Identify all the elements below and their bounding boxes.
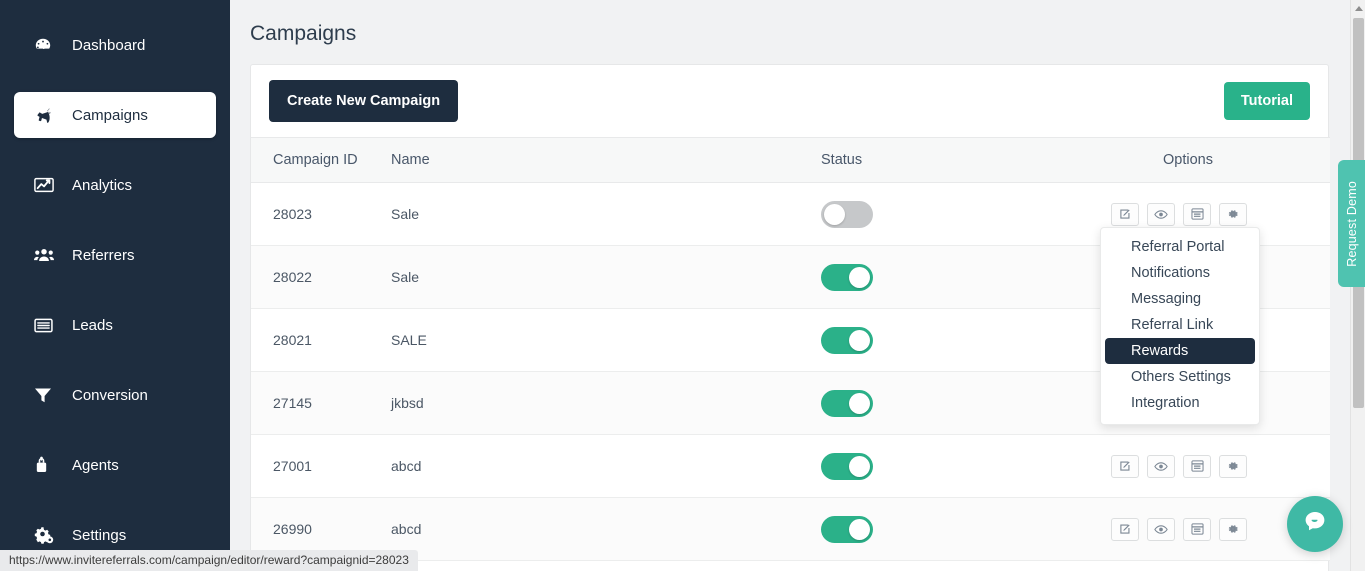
dropdown-item-integration[interactable]: Integration xyxy=(1105,390,1255,416)
page-title: Campaigns xyxy=(250,22,357,45)
options-group xyxy=(1111,202,1330,226)
options-group xyxy=(1111,454,1330,478)
sidebar-item-referrers[interactable]: Referrers xyxy=(14,232,216,278)
sidebar-item-campaigns[interactable]: Campaigns xyxy=(14,92,216,138)
cell-name: jkbsd xyxy=(391,371,821,435)
sidebar-item-label: Analytics xyxy=(72,176,133,194)
status-toggle[interactable] xyxy=(821,515,873,543)
sidebar-item-label: Conversion xyxy=(72,386,148,404)
cell-name: abcd xyxy=(391,434,821,498)
toggle-knob xyxy=(849,329,870,351)
cell-campaign-id: 27001 xyxy=(251,434,391,498)
column-header-name: Name xyxy=(391,137,821,183)
dropdown-item-referral-portal[interactable]: Referral Portal xyxy=(1105,234,1255,260)
cell-options xyxy=(1111,434,1330,498)
tutorial-button[interactable]: Tutorial xyxy=(1223,82,1310,120)
eye-icon[interactable] xyxy=(1147,517,1175,541)
chat-bubble-icon xyxy=(1300,507,1330,542)
create-new-campaign-button[interactable]: Create New Campaign xyxy=(269,80,459,122)
megaphone-icon xyxy=(34,106,56,124)
sidebar-item-label: Dashboard xyxy=(72,36,146,54)
cell-name: Sale xyxy=(391,245,821,309)
sidebar-item-analytics[interactable]: Analytics xyxy=(14,162,216,208)
card-toolbar: Create New Campaign Tutorial xyxy=(251,65,1328,137)
sidebar-item-label: Agents xyxy=(72,456,119,474)
chat-widget-button[interactable] xyxy=(1287,496,1343,552)
status-toggle[interactable] xyxy=(821,263,873,291)
eye-icon[interactable] xyxy=(1147,202,1175,226)
column-header-campaign-id: Campaign ID xyxy=(251,137,391,183)
stack-icon[interactable] xyxy=(1183,202,1211,226)
edit-icon[interactable] xyxy=(1111,517,1139,541)
cell-name: Sale xyxy=(391,182,821,246)
edit-icon[interactable] xyxy=(1111,202,1139,226)
request-demo-tab[interactable]: Request Demo xyxy=(1338,160,1365,287)
cell-status xyxy=(821,245,1111,309)
cell-campaign-id: 28022 xyxy=(251,245,391,309)
sidebar-item-leads[interactable]: Leads xyxy=(14,302,216,348)
options-dropdown-menu: Referral Portal Notifications Messaging … xyxy=(1100,227,1260,425)
funnel-icon xyxy=(34,386,56,404)
edit-icon[interactable] xyxy=(1111,454,1139,478)
chart-line-icon xyxy=(34,176,56,194)
sidebar: Dashboard Campaigns Analytics Referrers … xyxy=(0,0,230,571)
gear-icon[interactable] xyxy=(1219,517,1247,541)
sidebar-item-dashboard[interactable]: Dashboard xyxy=(14,22,216,68)
toggle-knob xyxy=(849,455,870,477)
sidebar-item-label: Referrers xyxy=(72,246,135,264)
stack-icon[interactable] xyxy=(1183,517,1211,541)
dropdown-item-rewards[interactable]: Rewards xyxy=(1105,338,1255,364)
cell-status xyxy=(821,182,1111,246)
agent-icon xyxy=(34,456,56,474)
cell-campaign-id: 28023 xyxy=(251,182,391,246)
cell-status xyxy=(821,371,1111,435)
gear-icon[interactable] xyxy=(1219,454,1247,478)
main-content: Campaigns Create New Campaign Tutorial C… xyxy=(230,0,1365,571)
dropdown-item-others-settings[interactable]: Others Settings xyxy=(1105,364,1255,390)
cell-status xyxy=(821,308,1111,372)
dropdown-item-notifications[interactable]: Notifications xyxy=(1105,260,1255,286)
cell-name: abcd xyxy=(391,497,821,561)
status-toggle[interactable] xyxy=(821,452,873,480)
cell-status xyxy=(821,497,1111,561)
status-bar-url: https://www.invitereferrals.com/campaign… xyxy=(0,550,418,571)
column-header-options: Options xyxy=(1111,137,1330,183)
cell-name: SALE xyxy=(391,308,821,372)
gears-icon xyxy=(34,526,56,544)
users-icon xyxy=(34,246,56,264)
dropdown-item-messaging[interactable]: Messaging xyxy=(1105,286,1255,312)
toggle-knob xyxy=(849,266,870,288)
sidebar-item-conversion[interactable]: Conversion xyxy=(14,372,216,418)
column-header-status: Status xyxy=(821,137,1111,183)
status-toggle[interactable] xyxy=(821,326,873,354)
list-icon xyxy=(34,316,56,334)
request-demo-label: Request Demo xyxy=(1344,180,1359,267)
status-toggle[interactable] xyxy=(821,200,873,228)
toggle-knob xyxy=(849,392,870,414)
scroll-up-arrow-icon[interactable] xyxy=(1351,0,1365,16)
sidebar-item-label: Campaigns xyxy=(72,106,148,124)
status-toggle[interactable] xyxy=(821,389,873,417)
sidebar-item-agents[interactable]: Agents xyxy=(14,442,216,488)
gear-icon[interactable] xyxy=(1219,202,1247,226)
cell-campaign-id: 28021 xyxy=(251,308,391,372)
table-header: Campaign ID Name Status Options xyxy=(251,137,1330,183)
cell-status xyxy=(821,434,1111,498)
stack-icon[interactable] xyxy=(1183,454,1211,478)
eye-icon[interactable] xyxy=(1147,454,1175,478)
toggle-knob xyxy=(824,203,845,225)
sidebar-item-label: Leads xyxy=(72,316,113,334)
app-root: Dashboard Campaigns Analytics Referrers … xyxy=(0,0,1365,571)
dashboard-icon xyxy=(34,36,56,54)
sidebar-item-label: Settings xyxy=(72,526,127,544)
toggle-knob xyxy=(849,518,870,540)
table-row: 27001 abcd xyxy=(251,434,1330,498)
dropdown-item-referral-link[interactable]: Referral Link xyxy=(1105,312,1255,338)
cell-campaign-id: 27145 xyxy=(251,371,391,435)
